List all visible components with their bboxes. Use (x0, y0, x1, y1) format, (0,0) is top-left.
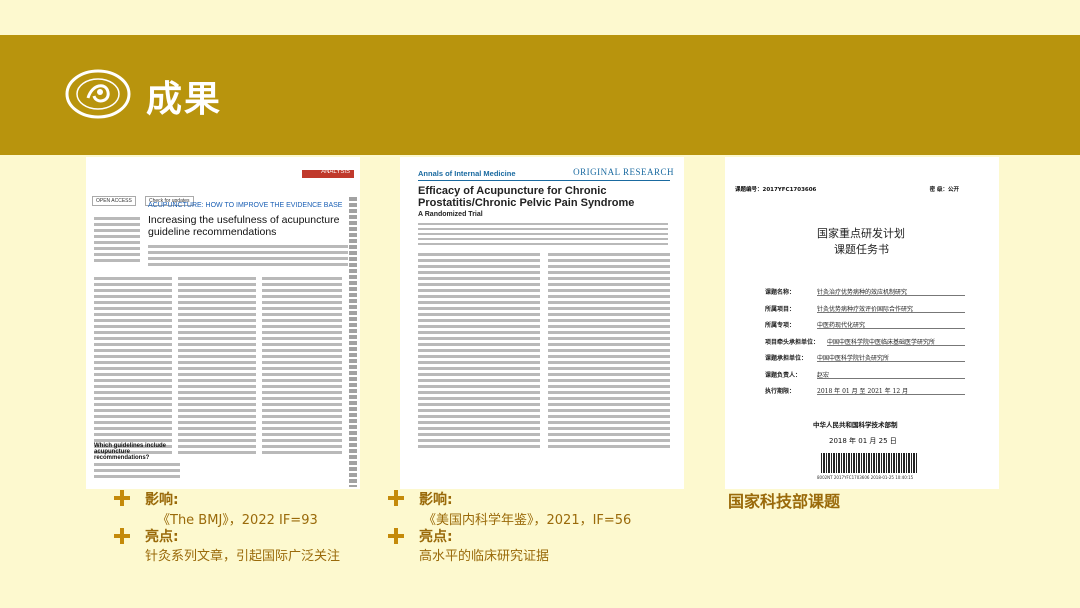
plus-icon (114, 528, 130, 544)
badges: OPEN ACCESS Check for updates (92, 187, 198, 206)
author-block (418, 223, 668, 248)
article-type: ORIGINAL RESEARCH (573, 167, 674, 177)
analysis-tag: ANALYSIS (302, 169, 354, 178)
info-row: 执行期限： 2018 年 01 月 至 2021 年 12 月 (765, 386, 965, 403)
slide: 成果 ANALYSIS OPEN ACCESS Check for update… (0, 0, 1080, 608)
column-1-tail (94, 463, 180, 481)
open-access-badge: OPEN ACCESS (92, 196, 136, 206)
column-1-text (94, 277, 172, 457)
barcode-number: 8002NT 2017YFC1703606 2018-01-25 10:40:1… (817, 475, 914, 480)
info-row: 课题承担单位： 中国中医科学院针灸研究所 (765, 353, 965, 370)
subheading: Which guidelines include acupuncture rec… (94, 443, 167, 461)
highlight-label: 亮点: (419, 529, 453, 545)
abstract-left (418, 253, 540, 451)
column-3-text (262, 277, 342, 457)
impact-label: 影响: (145, 492, 179, 508)
info-row: 课题名称： 针灸治疗优势病种的效应机制研究 (765, 287, 965, 304)
section-label: ACUPUNCTURE: HOW TO IMPROVE THE EVIDENCE… (148, 202, 343, 209)
plan-title: 国家重点研发计划 (817, 227, 905, 240)
impact-value: 《The BMJ》，2022 IF=93 (157, 513, 318, 528)
abstract-right (548, 253, 670, 451)
article-headline: Increasing the usefulness of acupuncture… (148, 214, 340, 238)
info-row: 项目牵头承担单位： 中国中医科学院中医临床基础医学研究所 (765, 337, 965, 354)
task-title: 课题任务书 (834, 243, 889, 256)
project-label: 国家科技部课题 (728, 492, 841, 511)
institution-logo-icon (65, 69, 131, 119)
plus-icon (388, 490, 404, 506)
highlight-value: 高水平的临床研究证据 (419, 549, 550, 564)
impact-label: 影响: (419, 492, 453, 508)
vertical-margin-text (349, 197, 357, 487)
document-annals: Annals of Internal Medicine ORIGINAL RES… (400, 157, 684, 489)
issue-date: 2018 年 01 月 25 日 (829, 437, 897, 445)
journal-name: Annals of Internal Medicine (418, 169, 516, 178)
page-title: 成果 (146, 79, 223, 120)
barcode (821, 453, 917, 473)
project-code: 课题编号：2017YFC1703606 (735, 187, 817, 193)
impact-value: 《美国内科学年鉴》，2021，IF=56 (423, 513, 632, 528)
info-row: 课题负责人： 赵宏 (765, 370, 965, 387)
plus-icon (388, 528, 404, 544)
document-task-book: 课题编号：2017YFC1703606 密 级：公开 国家重点研发计划 课题任务… (725, 157, 999, 489)
issuing-org: 中华人民共和国科学技术部制 (813, 421, 898, 429)
security-level: 密 级：公开 (929, 187, 959, 193)
sidebar-text-block (94, 217, 140, 265)
column-2-text (178, 277, 256, 457)
info-row: 所属项目： 针灸优势病种疗效评价国际合作研究 (765, 304, 965, 321)
article-subtitle: A Randomized Trial (418, 211, 483, 218)
highlight-label: 亮点: (145, 529, 179, 545)
info-table: 课题名称： 针灸治疗优势病种的效应机制研究 所属项目： 针灸优势病种疗效评价国际合作… (765, 287, 965, 403)
document-bmj: ANALYSIS OPEN ACCESS Check for updates A… (86, 157, 360, 489)
article-headline: Efficacy of Acupuncture for Chronic Pros… (418, 185, 635, 209)
plus-icon (114, 490, 130, 506)
header-rule (418, 180, 670, 181)
info-row: 所属专项： 中医药现代化研究 (765, 320, 965, 337)
author-block (148, 245, 348, 269)
highlight-value: 针灸系列文章，引起国际广泛关注 (145, 549, 341, 564)
